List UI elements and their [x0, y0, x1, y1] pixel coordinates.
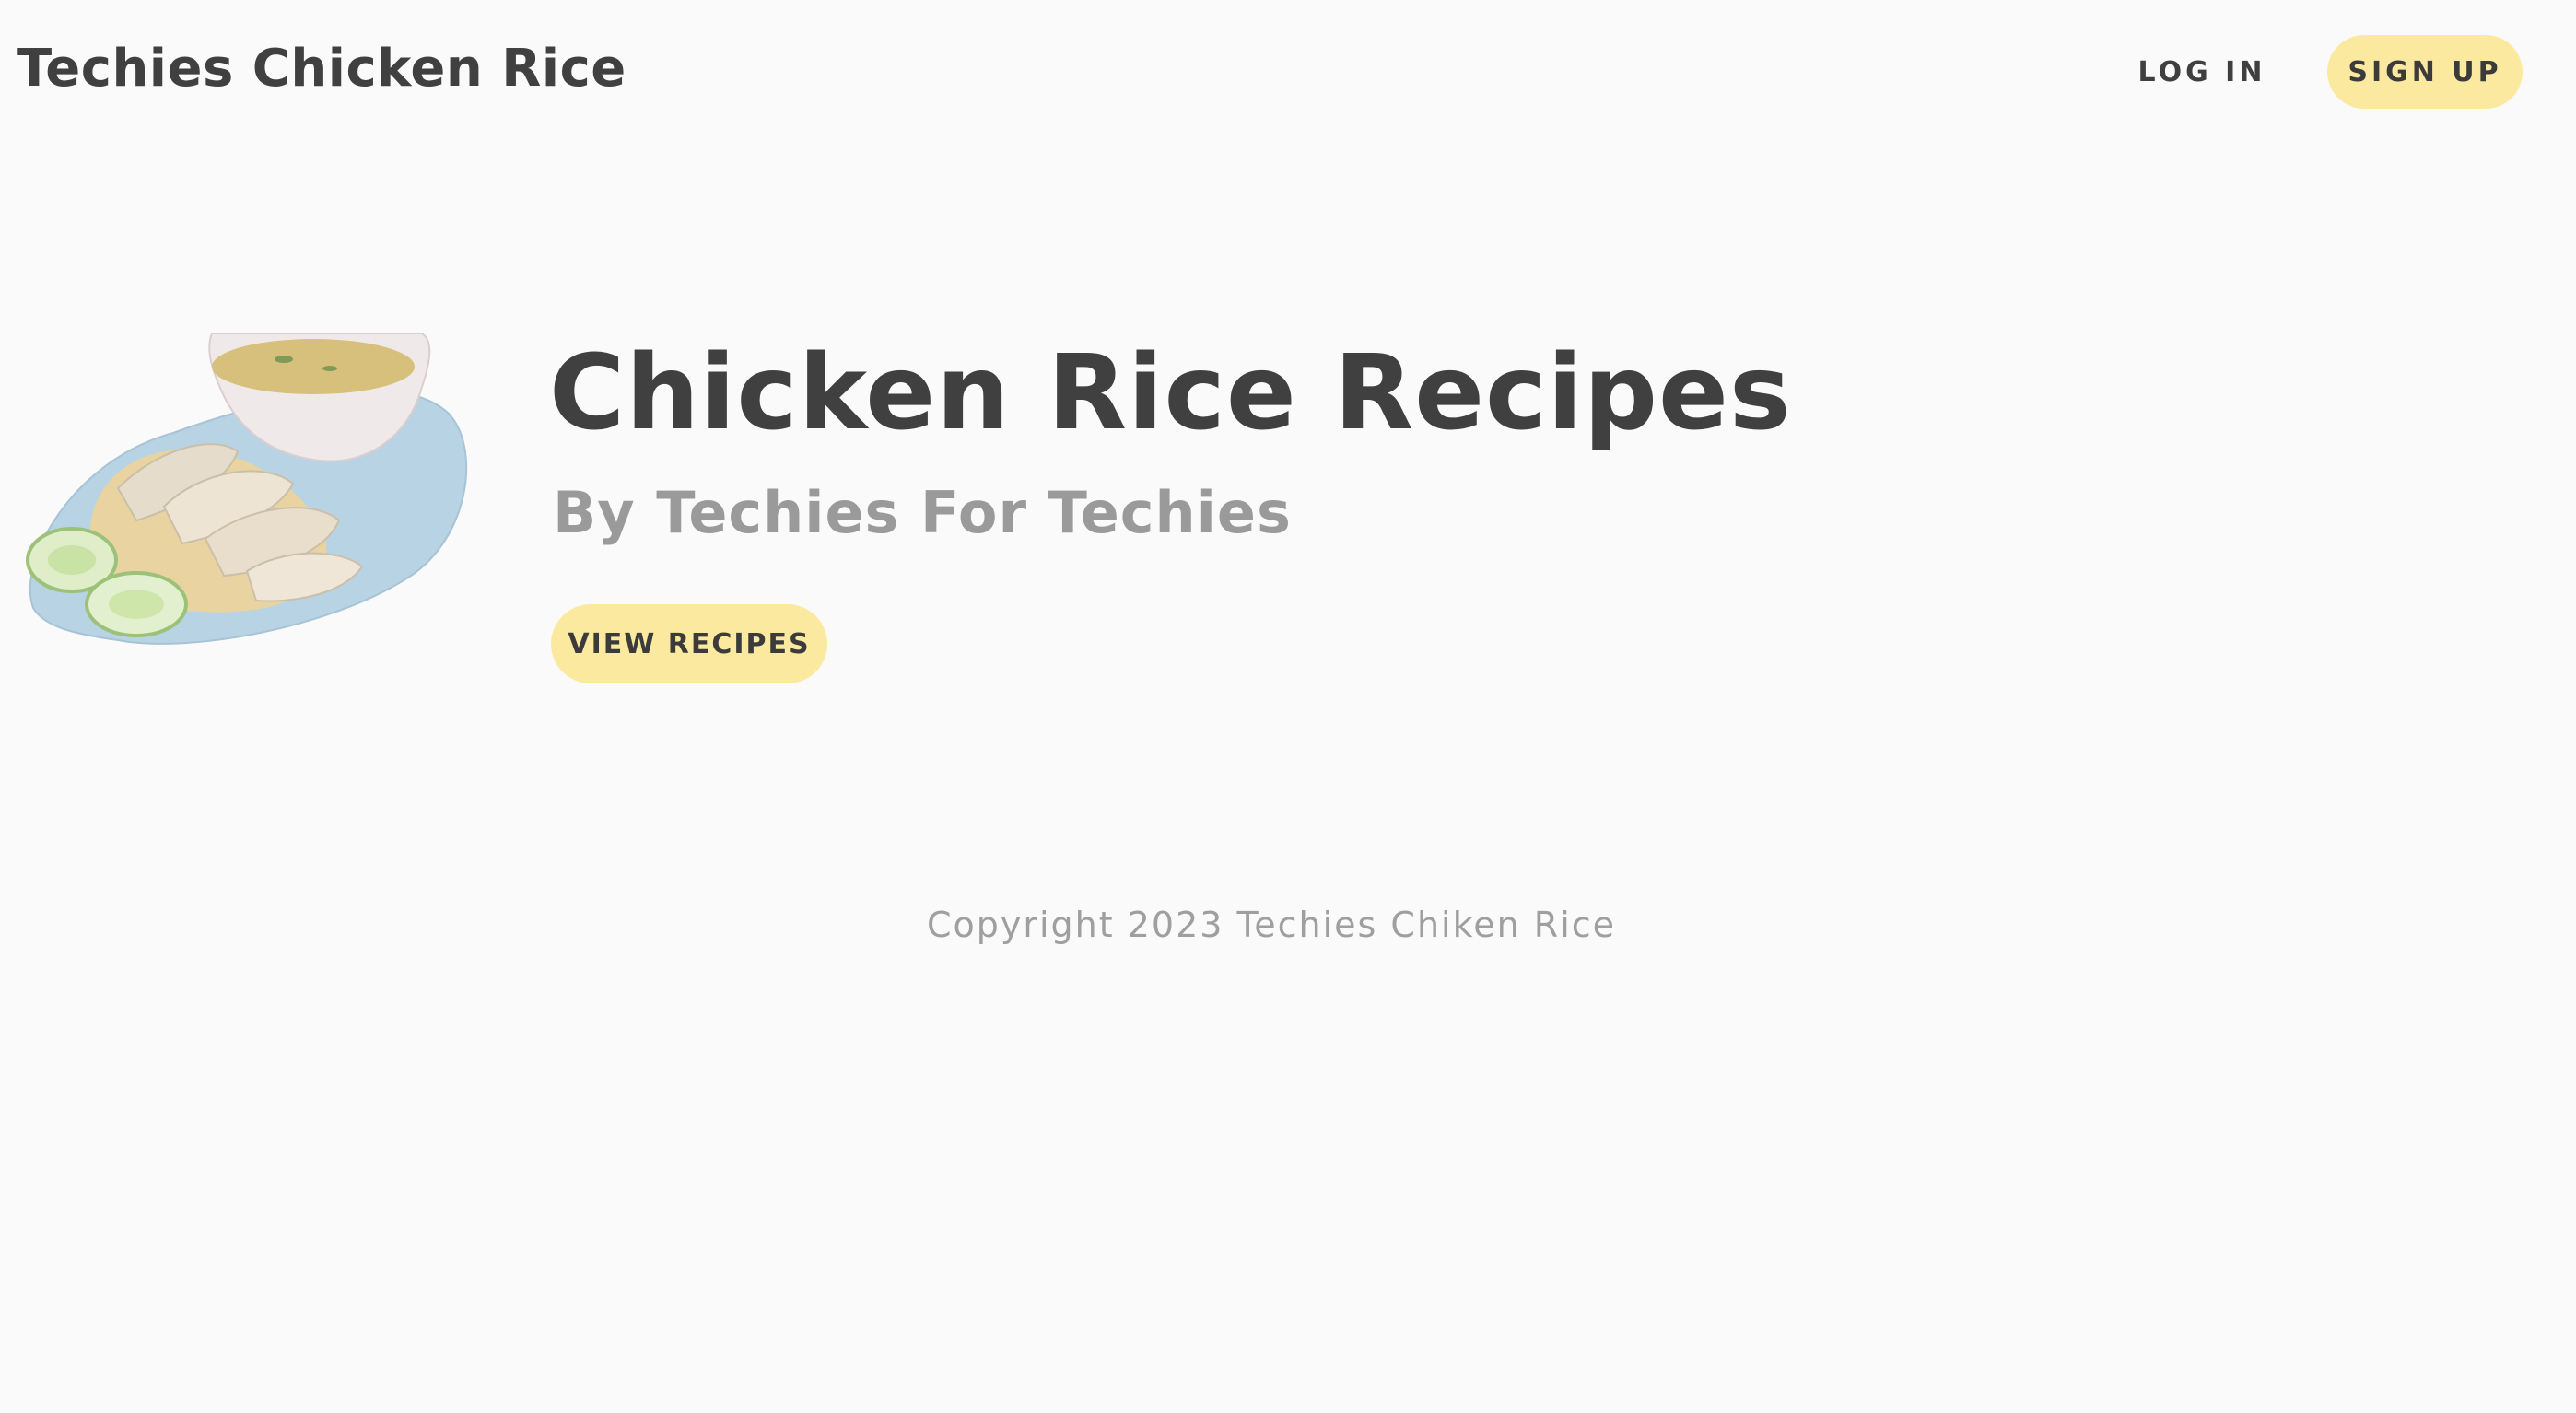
view-recipes-button[interactable]: VIEW RECIPES	[551, 604, 827, 683]
soup-surface	[212, 339, 415, 394]
login-button[interactable]: LOG IN	[2119, 37, 2285, 107]
signup-button[interactable]: SIGN UP	[2327, 35, 2523, 109]
page-subtitle: By Techies For Techies	[553, 479, 1292, 546]
page-title: Chicken Rice Recipes	[549, 333, 1792, 453]
site-brand[interactable]: Techies Chicken Rice	[17, 39, 626, 99]
chicken-rice-plate-image	[26, 333, 468, 645]
footer-copyright: Copyright 2023 Techies Chiken Rice	[926, 905, 1617, 945]
